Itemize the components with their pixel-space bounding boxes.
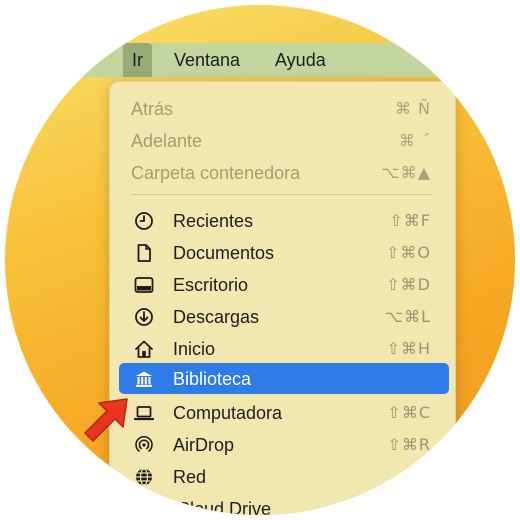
menu-item-shortcut: ⇧⌘O: [386, 243, 431, 262]
menu-separator: [131, 194, 433, 195]
menu-item-label: iCloud Drive: [173, 499, 272, 515]
menu-item-label: AirDrop: [173, 435, 235, 455]
menu-item-label: Biblioteca: [173, 369, 252, 389]
menu-ayuda[interactable]: Ayuda: [266, 43, 335, 77]
menu-item-shortcut: ⌘ ´: [398, 131, 431, 150]
menu-item-icloud-drive[interactable]: iCloud Drive: [110, 494, 455, 515]
menu-item-atras: Atrás ⌘ Ñ: [110, 94, 455, 124]
menu-item-label: Red: [173, 467, 207, 487]
menu-item-descargas[interactable]: Descargas ⌥⌘L: [110, 302, 455, 332]
home-icon: [135, 340, 153, 358]
menu-item-label: Descargas: [173, 307, 260, 327]
menu-item-shortcut: ⇧⌘D: [386, 275, 431, 294]
menu-item-label: Carpeta contenedora: [131, 163, 301, 183]
menu-item-shortcut: ⇧⌘F: [389, 211, 431, 230]
red-arrow-pointer: [84, 398, 128, 442]
menu-item-shortcut: ⇧⌘: [399, 467, 431, 486]
menu-item-adelante: Adelante ⌘ ´: [110, 126, 455, 156]
menu-item-label: Recientes: [173, 211, 254, 231]
menu-item-shortcut: ⇧⌘C: [387, 403, 431, 422]
menu-item-airdrop[interactable]: AirDrop ⇧⌘R: [110, 430, 455, 460]
menu-item-escritorio[interactable]: Escritorio ⇧⌘D: [110, 270, 455, 300]
document-icon: [137, 244, 151, 262]
menu-item-label: Inicio: [173, 339, 216, 359]
menu-item-shortcut: ⌥⌘L: [384, 307, 431, 326]
menu-item-red[interactable]: Red ⇧⌘: [110, 462, 455, 492]
go-menu-dropdown: Atrás ⌘ Ñ Adelante ⌘ ´ Carpeta contenedo…: [109, 81, 456, 515]
menu-item-carpeta-contenedora: Carpeta contenedora ⌥⌘▲: [110, 158, 455, 188]
menu-item-label: Adelante: [131, 131, 203, 151]
network-icon: [136, 468, 152, 486]
desktop-icon: [134, 277, 154, 293]
menu-ir[interactable]: Ir: [123, 43, 152, 77]
menu-bar: Ir Ventana Ayuda: [5, 43, 515, 77]
menu-item-shortcut: ⌥⌘▲: [381, 163, 431, 182]
laptop-icon: [134, 406, 154, 421]
clock-icon: [135, 212, 153, 230]
icloud-icon: [135, 503, 153, 515]
menu-item-biblioteca[interactable]: Biblioteca: [110, 364, 455, 394]
menu-item-computadora[interactable]: Computadora ⇧⌘C: [110, 398, 455, 428]
menu-item-recientes[interactable]: Recientes ⇧⌘F: [110, 206, 455, 236]
menu-item-shortcut: ⇧⌘R: [387, 435, 431, 454]
menu-item-label: Atrás: [131, 99, 174, 119]
download-icon: [135, 308, 153, 326]
menu-item-label: Documentos: [173, 243, 275, 263]
menu-item-label: Escritorio: [173, 275, 249, 295]
menu-item-shortcut: ⌘ Ñ: [394, 99, 431, 118]
menu-item-shortcut: ⇧⌘H: [386, 339, 431, 358]
menu-item-inicio[interactable]: Inicio ⇧⌘H: [110, 334, 455, 364]
menu-item-label: Computadora: [173, 403, 283, 423]
library-icon: [136, 371, 152, 387]
menu-item-documentos[interactable]: Documentos ⇧⌘O: [110, 238, 455, 268]
airdrop-icon: [135, 436, 153, 452]
menu-ventana[interactable]: Ventana: [165, 43, 249, 77]
screenshot-circle-frame: Ir Ventana Ayuda Atrás ⌘ Ñ Adelante ⌘ ´ …: [5, 5, 515, 515]
